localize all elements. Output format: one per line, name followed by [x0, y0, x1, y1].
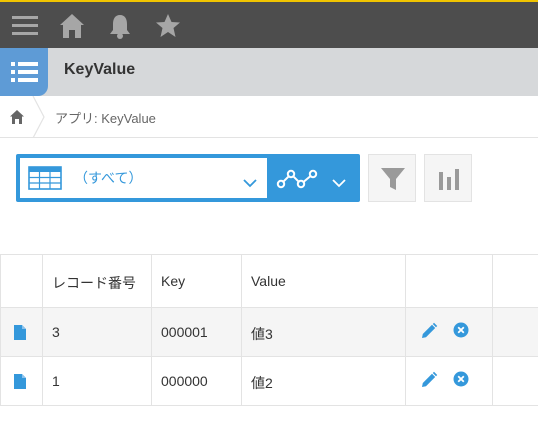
header-cell-actions	[406, 255, 493, 307]
table-row: 3 000001 値3	[0, 308, 538, 357]
breadcrumb-home-icon[interactable]	[8, 108, 26, 126]
header-cell-detail	[0, 255, 43, 307]
record-value: 値3	[251, 326, 273, 342]
view-select-value: （すべて）	[74, 170, 143, 186]
header-value: Value	[251, 273, 286, 289]
record-number-cell: 1	[43, 357, 152, 405]
breadcrumb-separator	[32, 95, 46, 139]
header-key: Key	[161, 273, 186, 289]
menu-icon[interactable]	[11, 12, 39, 40]
home-icon[interactable]	[58, 12, 86, 40]
header-record-number: レコード番号	[52, 275, 136, 291]
key-cell: 000001	[152, 308, 242, 356]
record-key: 000000	[161, 373, 208, 389]
record-key: 000001	[161, 324, 208, 340]
chart-button[interactable]	[424, 154, 472, 202]
graph-chevron-down-icon[interactable]	[331, 173, 347, 188]
header-cell-value[interactable]: Value	[242, 255, 406, 307]
value-cell: 値3	[242, 308, 406, 356]
detail-cell	[0, 357, 43, 405]
record-value: 値2	[251, 375, 273, 391]
header-cell-key[interactable]: Key	[152, 255, 242, 307]
record-detail-icon[interactable]	[13, 324, 27, 344]
app-list-icon[interactable]	[0, 48, 48, 96]
filter-icon	[379, 165, 407, 197]
record-detail-icon[interactable]	[13, 373, 27, 393]
value-cell: 値2	[242, 357, 406, 405]
star-icon[interactable]	[154, 12, 182, 40]
edit-pencil-icon[interactable]	[420, 322, 438, 343]
line-graph-icon[interactable]	[276, 166, 320, 192]
bar-chart-icon	[437, 166, 461, 196]
delete-circle-icon[interactable]	[453, 371, 469, 390]
record-number: 3	[52, 324, 60, 340]
table-row: 1 000000 値2	[0, 357, 538, 406]
delete-circle-icon[interactable]	[453, 322, 469, 341]
actions-cell	[406, 357, 493, 405]
table-header-row: レコード番号 Key Value	[0, 254, 538, 308]
bell-icon[interactable]	[106, 12, 134, 40]
record-number: 1	[52, 373, 60, 389]
actions-cell	[406, 308, 493, 356]
filter-button[interactable]	[368, 154, 416, 202]
key-cell: 000000	[152, 357, 242, 405]
header-cell-record-number[interactable]: レコード番号	[43, 255, 152, 307]
app-title: KeyValue	[64, 61, 136, 78]
breadcrumb-app-link[interactable]: アプリ: KeyValue	[55, 108, 156, 127]
global-header	[0, 0, 538, 48]
edit-pencil-icon[interactable]	[420, 371, 438, 392]
table-view-icon	[28, 166, 62, 190]
detail-cell	[0, 308, 43, 356]
chevron-down-icon	[242, 173, 258, 188]
record-number-cell: 3	[43, 308, 152, 356]
